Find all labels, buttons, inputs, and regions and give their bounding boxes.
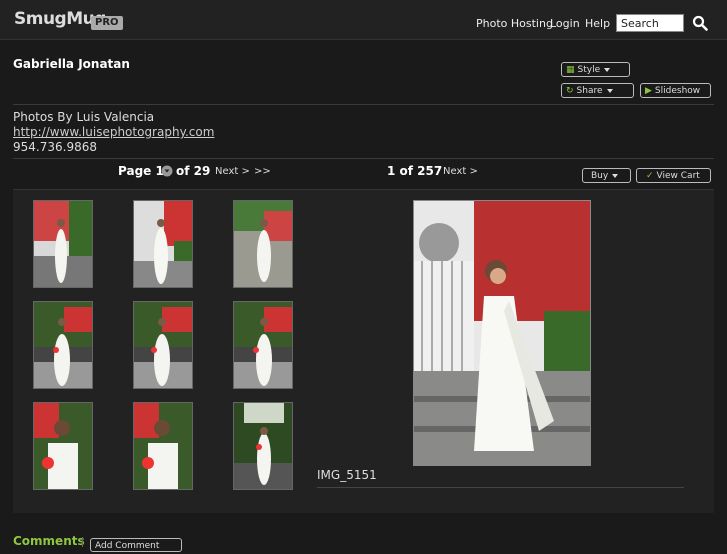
divider bbox=[13, 104, 714, 105]
style-button[interactable]: ▦ Style bbox=[561, 62, 630, 77]
chevron-down-icon bbox=[612, 173, 619, 178]
share-label: Share bbox=[576, 86, 603, 96]
photo-position: 1 of 257 bbox=[387, 164, 443, 178]
play-icon: ▶ bbox=[645, 86, 652, 96]
search-input[interactable]: Search bbox=[616, 14, 684, 32]
next-photo-link[interactable]: Next > bbox=[443, 166, 478, 177]
nav-help[interactable]: Help bbox=[585, 17, 610, 30]
main-photo[interactable] bbox=[413, 200, 591, 466]
view-cart-button[interactable]: ✓ View Cart bbox=[636, 168, 711, 183]
divider bbox=[317, 487, 684, 488]
gallery-panel bbox=[13, 189, 714, 513]
thumbnail[interactable] bbox=[33, 301, 93, 389]
cart-icon: ✓ bbox=[646, 171, 654, 181]
share-icon: ↻ bbox=[566, 86, 574, 96]
divider bbox=[13, 158, 714, 159]
slideshow-button[interactable]: ▶ Slideshow bbox=[640, 83, 711, 98]
grid-icon: ▦ bbox=[566, 65, 575, 75]
thumbnail[interactable] bbox=[233, 301, 293, 389]
website-link[interactable]: http://www.luisephotography.com bbox=[13, 125, 214, 139]
slideshow-label: Slideshow bbox=[654, 86, 701, 96]
nav-login[interactable]: Login bbox=[550, 17, 580, 30]
gallery-owner-name: Gabriella Jonatan bbox=[13, 57, 130, 71]
nav-photo-hosting[interactable]: Photo Hosting bbox=[476, 17, 553, 30]
thumbnail[interactable] bbox=[233, 402, 293, 490]
thumbnail[interactable] bbox=[33, 402, 93, 490]
top-bar: SmugMug PRO Photo Hosting Login Help Sea… bbox=[0, 0, 727, 40]
view-cart-label: View Cart bbox=[656, 171, 700, 181]
comments-heading[interactable]: Comments bbox=[13, 534, 85, 548]
phone-number: 954.736.9868 bbox=[13, 140, 97, 154]
buy-label: Buy bbox=[591, 171, 609, 181]
page-count: of 29 bbox=[176, 164, 211, 178]
thumbnail[interactable] bbox=[133, 200, 193, 288]
search-icon[interactable] bbox=[692, 15, 708, 31]
share-button[interactable]: ↻ Share bbox=[561, 83, 634, 98]
buy-button[interactable]: Buy bbox=[582, 168, 631, 183]
divider bbox=[82, 537, 83, 547]
thumbnail[interactable] bbox=[133, 402, 193, 490]
page-select-icon[interactable] bbox=[161, 165, 173, 177]
chevron-down-icon bbox=[604, 67, 611, 72]
page-label: Page 1 bbox=[118, 164, 164, 178]
add-comment-label: Add Comment bbox=[95, 541, 160, 551]
thumbnail[interactable] bbox=[233, 200, 293, 288]
photo-caption: IMG_5151 bbox=[317, 468, 377, 482]
last-page-link[interactable]: >> bbox=[254, 166, 271, 177]
thumbnail[interactable] bbox=[133, 301, 193, 389]
pro-badge: PRO bbox=[91, 16, 123, 30]
thumbnail[interactable] bbox=[33, 200, 93, 288]
add-comment-button[interactable]: Add Comment bbox=[90, 538, 182, 552]
next-page-link[interactable]: Next > bbox=[215, 166, 250, 177]
style-label: Style bbox=[577, 65, 601, 75]
photographer-credit: Photos By Luis Valencia bbox=[13, 110, 155, 124]
chevron-down-icon bbox=[606, 88, 613, 93]
